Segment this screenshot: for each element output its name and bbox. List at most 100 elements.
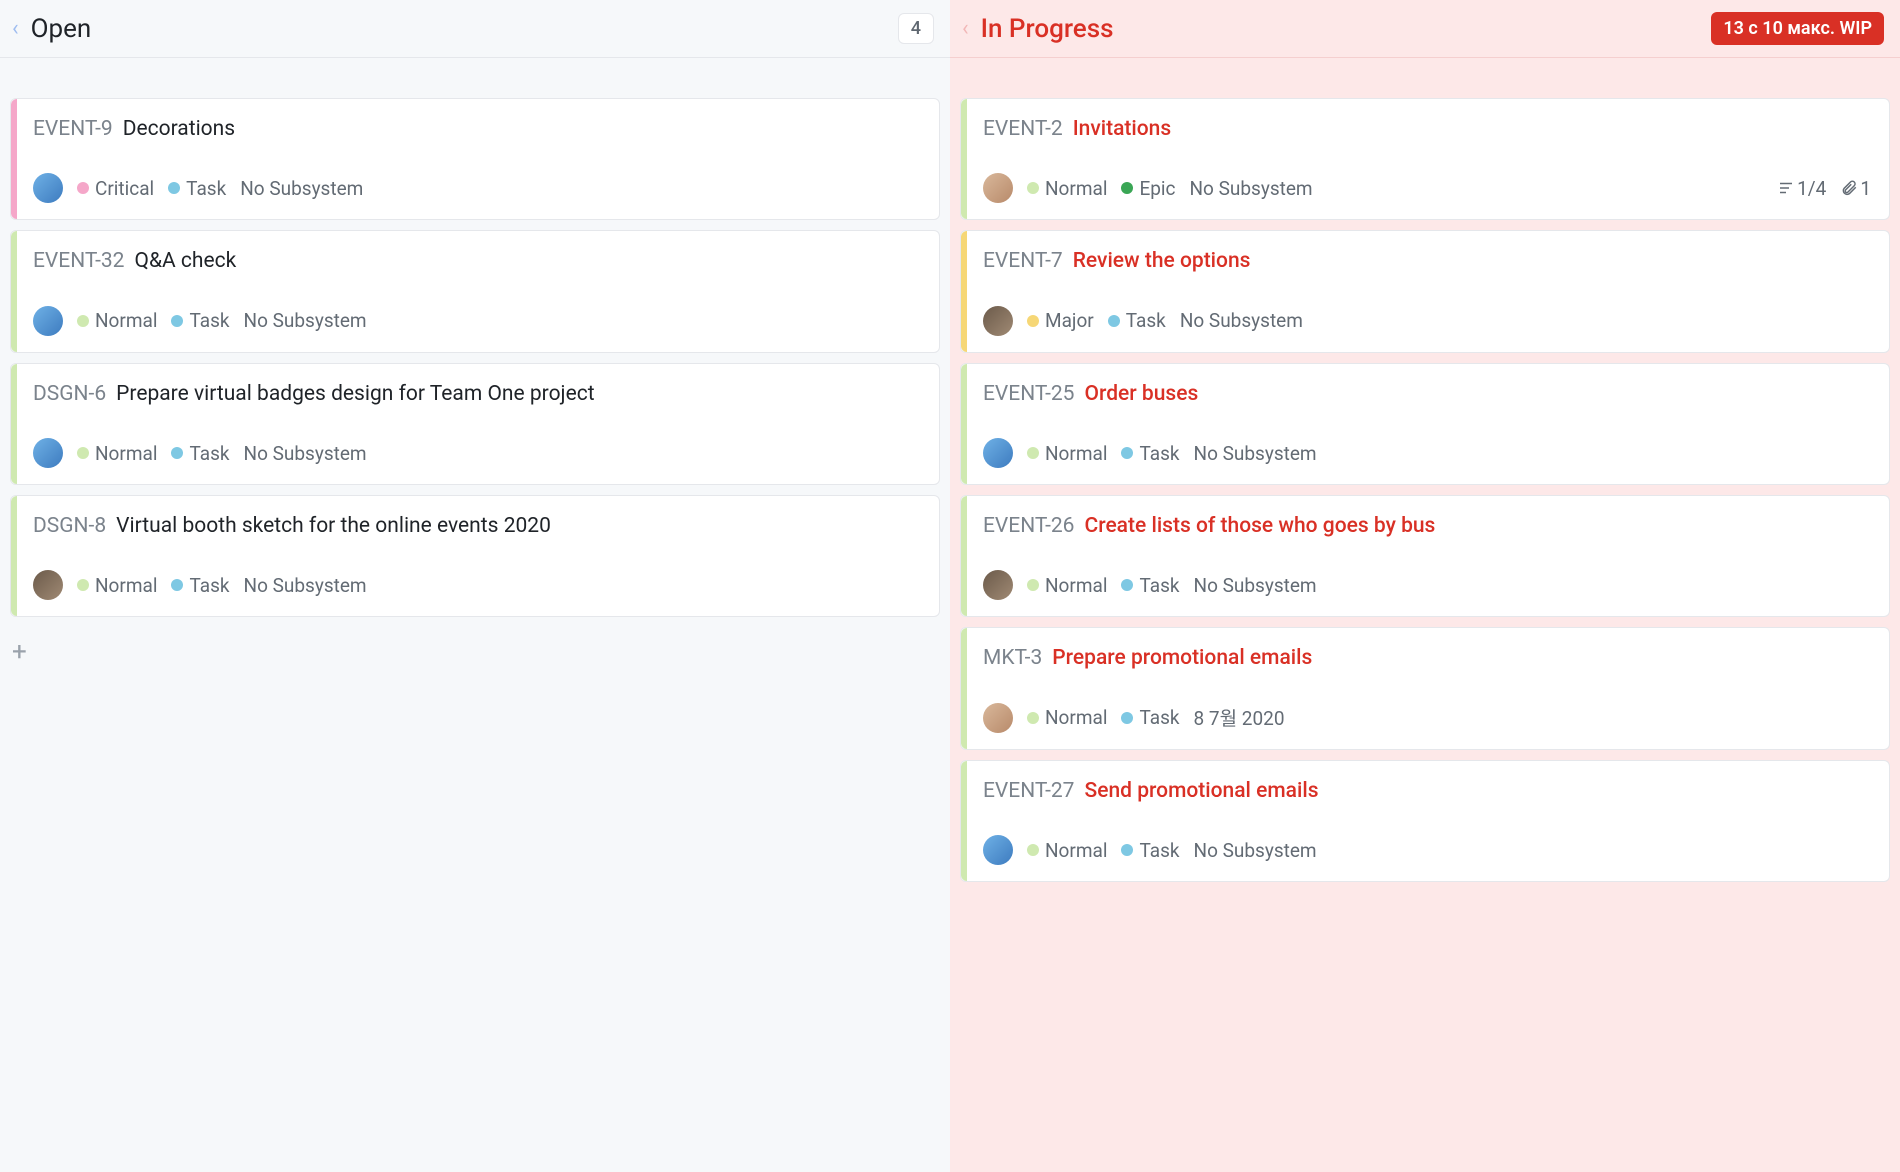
type-label: Epic bbox=[1139, 177, 1175, 200]
assignee-avatar[interactable] bbox=[33, 306, 63, 336]
issue-card[interactable]: DSGN-8 Virtual booth sketch for the onlin… bbox=[10, 495, 940, 617]
add-card-button[interactable]: + bbox=[0, 631, 950, 673]
subsystem-label[interactable]: No Subsystem bbox=[1194, 839, 1317, 862]
assignee-avatar[interactable] bbox=[983, 570, 1013, 600]
issue-title[interactable]: Virtual booth sketch for the online even… bbox=[116, 512, 551, 540]
issue-card[interactable]: MKT-3 Prepare promotional emails Normal Tas… bbox=[960, 627, 1890, 749]
priority-dot-icon bbox=[77, 579, 89, 591]
priority-label: Critical bbox=[95, 177, 154, 200]
issue-id[interactable]: MKT-3 bbox=[983, 644, 1042, 672]
priority-tag[interactable]: Normal bbox=[77, 442, 157, 465]
issue-card[interactable]: DSGN-6 Prepare virtual badges design for … bbox=[10, 363, 940, 485]
assignee-avatar[interactable] bbox=[33, 173, 63, 203]
type-tag[interactable]: Task bbox=[171, 574, 229, 597]
issue-id[interactable]: EVENT-27 bbox=[983, 777, 1075, 805]
issue-id[interactable]: EVENT-9 bbox=[33, 115, 113, 143]
subsystem-label[interactable]: No Subsystem bbox=[1190, 177, 1313, 200]
priority-tag[interactable]: Normal bbox=[1027, 706, 1107, 729]
priority-dot-icon bbox=[1027, 712, 1039, 724]
issue-card[interactable]: EVENT-32 Q&A check Normal Task No Subsystem bbox=[10, 230, 940, 352]
issue-id[interactable]: EVENT-26 bbox=[983, 512, 1075, 540]
type-label: Task bbox=[1139, 574, 1179, 597]
type-dot-icon bbox=[1108, 315, 1120, 327]
issue-card[interactable]: EVENT-7 Review the options Major Task No Sub… bbox=[960, 230, 1890, 352]
priority-tag[interactable]: Normal bbox=[1027, 839, 1107, 862]
type-tag[interactable]: Task bbox=[1121, 574, 1179, 597]
column-header-open: ‹ Open 4 bbox=[0, 0, 950, 58]
type-tag[interactable]: Task bbox=[1121, 442, 1179, 465]
card-title-row: EVENT-9 Decorations bbox=[33, 115, 921, 143]
issue-title[interactable]: Order buses bbox=[1085, 380, 1199, 408]
type-tag[interactable]: Task bbox=[1108, 309, 1166, 332]
subtasks-icon bbox=[1777, 179, 1795, 197]
subsystem-label[interactable]: No Subsystem bbox=[240, 177, 363, 200]
issue-title[interactable]: Prepare virtual badges design for Team O… bbox=[116, 380, 594, 408]
card-meta-row: Normal Task No Subsystem bbox=[33, 438, 921, 468]
assignee-avatar[interactable] bbox=[983, 438, 1013, 468]
type-tag[interactable]: Task bbox=[171, 309, 229, 332]
issue-title[interactable]: Q&A check bbox=[135, 247, 237, 275]
collapse-column-icon[interactable]: ‹ bbox=[958, 18, 973, 40]
issue-id[interactable]: DSGN-8 bbox=[33, 512, 106, 540]
assignee-avatar[interactable] bbox=[983, 835, 1013, 865]
type-label: Task bbox=[1139, 706, 1179, 729]
priority-tag[interactable]: Normal bbox=[1027, 177, 1107, 200]
issue-title[interactable]: Review the options bbox=[1073, 247, 1251, 275]
issue-card[interactable]: EVENT-9 Decorations Critical Task No Subsyst… bbox=[10, 98, 940, 220]
issue-title[interactable]: Prepare promotional emails bbox=[1052, 644, 1312, 672]
type-tag[interactable]: Task bbox=[171, 442, 229, 465]
attachments-indicator[interactable]: 1 bbox=[1840, 177, 1871, 200]
priority-tag[interactable]: Normal bbox=[1027, 442, 1107, 465]
subsystem-label[interactable]: No Subsystem bbox=[244, 442, 367, 465]
assignee-avatar[interactable] bbox=[33, 570, 63, 600]
priority-tag[interactable]: Normal bbox=[77, 574, 157, 597]
priority-tag[interactable]: Major bbox=[1027, 309, 1094, 332]
type-tag[interactable]: Epic bbox=[1121, 177, 1175, 200]
subsystem-label[interactable]: No Subsystem bbox=[244, 309, 367, 332]
assignee-avatar[interactable] bbox=[983, 173, 1013, 203]
subsystem-label[interactable]: No Subsystem bbox=[1194, 442, 1317, 465]
assignee-avatar[interactable] bbox=[983, 703, 1013, 733]
subsystem-label[interactable]: No Subsystem bbox=[244, 574, 367, 597]
issue-id[interactable]: EVENT-2 bbox=[983, 115, 1063, 143]
type-label: Task bbox=[186, 177, 226, 200]
paperclip-icon bbox=[1840, 179, 1858, 197]
issue-title[interactable]: Create lists of those who goes by bus bbox=[1085, 512, 1436, 540]
issue-id[interactable]: EVENT-32 bbox=[33, 247, 125, 275]
assignee-avatar[interactable] bbox=[33, 438, 63, 468]
card-meta-row: Normal Task No Subsystem bbox=[33, 570, 921, 600]
card-title-row: DSGN-6 Prepare virtual badges design for … bbox=[33, 380, 921, 408]
column-in-progress: ‹ In Progress 13 с 10 макс. WIP EVENT-2I… bbox=[950, 0, 1900, 1172]
priority-tag[interactable]: Normal bbox=[1027, 574, 1107, 597]
priority-label: Normal bbox=[1045, 574, 1107, 597]
issue-card[interactable]: EVENT-26 Create lists of those who goes b… bbox=[960, 495, 1890, 617]
collapse-column-icon[interactable]: ‹ bbox=[8, 18, 23, 40]
subtasks-indicator[interactable]: 1/4 bbox=[1777, 177, 1826, 200]
type-tag[interactable]: Task bbox=[1121, 706, 1179, 729]
card-meta-row: Normal Task 8 7월 2020 bbox=[983, 703, 1871, 733]
card-title-row: EVENT-7 Review the options bbox=[983, 247, 1871, 275]
priority-tag[interactable]: Critical bbox=[77, 177, 154, 200]
subsystem-label[interactable]: 8 7월 2020 bbox=[1194, 704, 1285, 731]
priority-dot-icon bbox=[1027, 315, 1039, 327]
priority-tag[interactable]: Normal bbox=[77, 309, 157, 332]
type-tag[interactable]: Task bbox=[1121, 839, 1179, 862]
card-title-row: MKT-3 Prepare promotional emails bbox=[983, 644, 1871, 672]
subsystem-label[interactable]: No Subsystem bbox=[1194, 574, 1317, 597]
type-tag[interactable]: Task bbox=[168, 177, 226, 200]
subsystem-label[interactable]: No Subsystem bbox=[1180, 309, 1303, 332]
issue-id[interactable]: EVENT-25 bbox=[983, 380, 1075, 408]
assignee-avatar[interactable] bbox=[983, 306, 1013, 336]
subtasks-count: 1/4 bbox=[1797, 177, 1826, 200]
issue-id[interactable]: DSGN-6 bbox=[33, 380, 106, 408]
issue-title[interactable]: Invitations bbox=[1073, 115, 1171, 143]
issue-card[interactable]: EVENT-27 Send promotional emails Normal Tas… bbox=[960, 760, 1890, 882]
priority-label: Normal bbox=[95, 442, 157, 465]
issue-title[interactable]: Send promotional emails bbox=[1085, 777, 1319, 805]
card-meta-row: Normal Task No Subsystem bbox=[983, 438, 1871, 468]
issue-card[interactable]: EVENT-25 Order buses Normal Task No Subsyste… bbox=[960, 363, 1890, 485]
issue-card[interactable]: EVENT-2 Invitations Normal Epic No Subsystem… bbox=[960, 98, 1890, 220]
card-title-row: EVENT-26 Create lists of those who goes b… bbox=[983, 512, 1871, 540]
issue-id[interactable]: EVENT-7 bbox=[983, 247, 1063, 275]
issue-title[interactable]: Decorations bbox=[123, 115, 235, 143]
